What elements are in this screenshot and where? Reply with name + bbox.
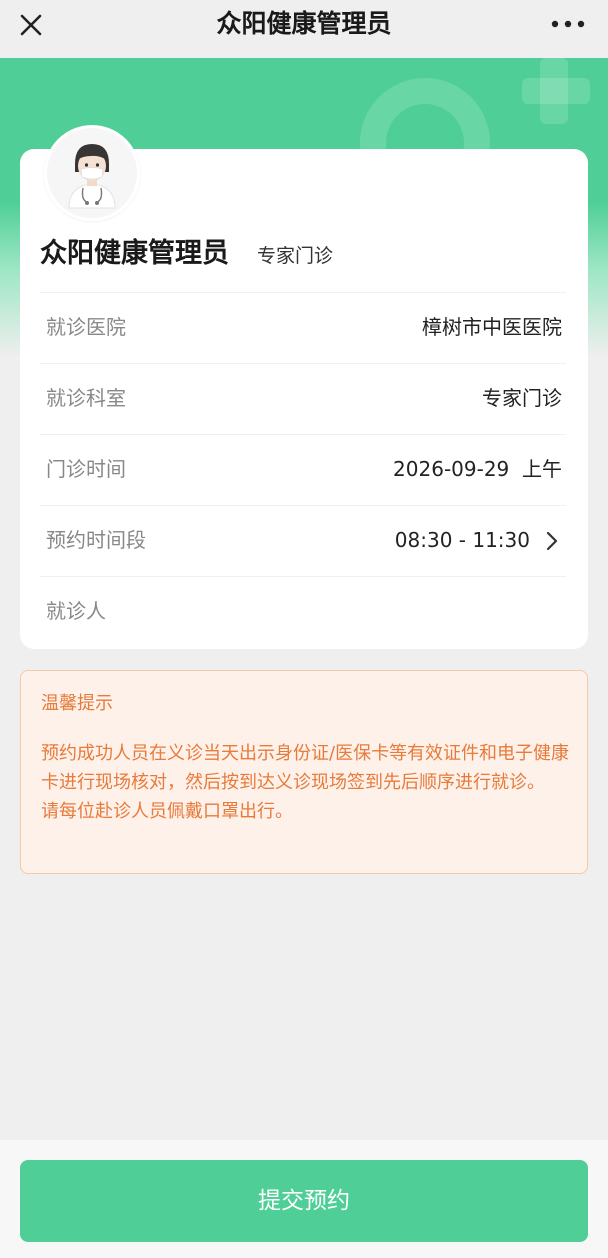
- row-label: 就诊医院: [46, 315, 126, 339]
- row-clinic-time: 门诊时间 2026-09-29 上午: [40, 434, 566, 505]
- row-label: 预约时间段: [46, 528, 146, 552]
- more-icon[interactable]: [550, 14, 586, 34]
- page-title: 众阳健康管理员: [216, 9, 392, 38]
- row-value: 樟树市中医医院: [422, 315, 562, 339]
- row-value: 专家门诊: [482, 386, 562, 410]
- notice-title: 温馨提示: [41, 693, 113, 714]
- notice-text: 预约成功人员在义诊当天出示身份证/医保卡等有效证件和电子健康卡进行现场核对，然后…: [41, 743, 570, 793]
- doctor-avatar: [44, 125, 140, 221]
- decorative-plus: [522, 78, 590, 104]
- top-nav-bar: 众阳健康管理员: [0, 0, 608, 58]
- row-patient[interactable]: 就诊人: [40, 576, 566, 647]
- doctor-name: 众阳健康管理员: [40, 238, 229, 269]
- notice-box: 温馨提示 预约成功人员在义诊当天出示身份证/医保卡等有效证件和电子健康卡进行现场…: [20, 670, 588, 874]
- notice-body: 预约成功人员在义诊当天出示身份证/医保卡等有效证件和电子健康卡进行现场核对，然后…: [41, 739, 571, 826]
- notice-text: 请每位赴诊人员佩戴口罩出行。: [41, 801, 293, 822]
- chevron-right-icon[interactable]: [544, 530, 560, 552]
- clinic-type: 专家门诊: [257, 245, 334, 267]
- row-time-slot[interactable]: 预约时间段 08:30 - 11:30: [40, 505, 566, 576]
- row-hospital: 就诊医院 樟树市中医医院: [40, 292, 566, 363]
- time-slot-value[interactable]: 08:30 - 11:30: [395, 526, 530, 554]
- row-value: 2026-09-29 上午: [393, 457, 562, 481]
- submit-appointment-button[interactable]: 提交预约: [20, 1160, 588, 1242]
- row-label: 就诊人: [46, 599, 106, 623]
- doctor-avatar-icon: [68, 144, 116, 209]
- row-label: 门诊时间: [46, 457, 126, 481]
- row-department: 就诊科室 专家门诊: [40, 363, 566, 434]
- row-label: 就诊科室: [46, 386, 126, 410]
